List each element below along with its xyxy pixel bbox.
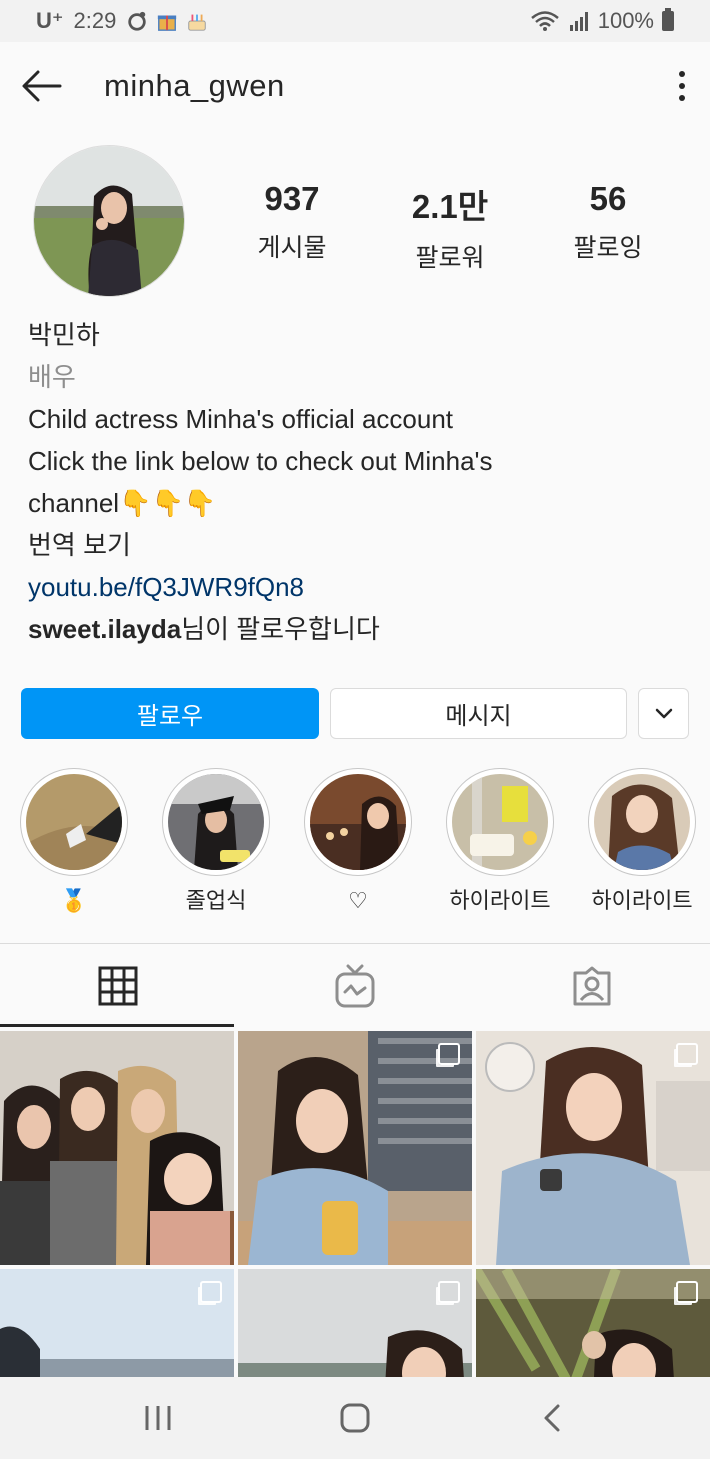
- record-icon: [128, 11, 147, 31]
- multiple-photos-icon: [200, 1281, 222, 1303]
- back-arrow-icon[interactable]: [20, 64, 64, 108]
- grid-icon: [98, 966, 138, 1005]
- highlight-label: ♡: [348, 888, 368, 913]
- highlight-cover: [26, 774, 122, 870]
- battery-percent: 100%: [597, 8, 654, 33]
- avatar-photo: [34, 146, 184, 296]
- grid-post[interactable]: [0, 1031, 234, 1265]
- battery-icon: [662, 8, 674, 31]
- highlight-label: 하이라이트: [449, 888, 551, 913]
- following-stat[interactable]: 56 팔로잉: [538, 180, 678, 264]
- message-button[interactable]: 메시지: [330, 688, 627, 739]
- signal-icon: [569, 12, 588, 31]
- chevron-down-icon: [655, 708, 672, 718]
- grid-post[interactable]: [238, 1031, 472, 1265]
- active-tab-indicator: [0, 1024, 234, 1027]
- clock: 2:29: [73, 8, 117, 33]
- grid-post[interactable]: [476, 1269, 710, 1377]
- home-button[interactable]: [325, 1388, 385, 1448]
- bio-line-3: channel👇👇👇: [28, 488, 217, 518]
- followed-by-text[interactable]: sweet.ilayda님이 팔로우합니다: [28, 608, 688, 650]
- story-highlight[interactable]: 하이라이트: [445, 768, 555, 916]
- tab-posts-grid[interactable]: [0, 944, 236, 1027]
- system-nav-bar: [0, 1377, 710, 1459]
- recent-apps-icon: [145, 1406, 171, 1430]
- highlight-cover: [168, 774, 264, 870]
- system-back-button[interactable]: [522, 1388, 582, 1448]
- follow-button[interactable]: 팔로우: [21, 688, 319, 739]
- system-back-icon: [544, 1404, 560, 1432]
- multiple-photos-icon: [438, 1281, 460, 1303]
- posts-count: 937: [264, 180, 320, 217]
- highlight-label: 🥇: [60, 888, 88, 913]
- cake-icon: [188, 14, 207, 31]
- followed-by-suffix: 님이 팔로우합니다: [181, 614, 380, 644]
- post-thumbnail: [476, 1269, 710, 1377]
- highlight-cover: [452, 774, 548, 870]
- more-options-icon[interactable]: [674, 68, 690, 104]
- post-thumbnail: [0, 1269, 234, 1377]
- bio-line-1: Child actress Minha's official account: [28, 404, 454, 434]
- followers-label: 팔로워: [415, 244, 485, 272]
- recent-apps-button[interactable]: [128, 1388, 188, 1448]
- status-bar: U⁺ 2:29 100%: [0, 0, 710, 42]
- post-thumbnail: [0, 1031, 234, 1265]
- followers-stat[interactable]: 2.1만 팔로워: [380, 180, 520, 274]
- multiple-photos-icon: [676, 1043, 698, 1065]
- igtv-icon: [335, 964, 375, 1007]
- grid-post[interactable]: [476, 1031, 710, 1265]
- wifi-icon: [530, 11, 559, 31]
- home-icon: [340, 1403, 370, 1433]
- highlight-cover: [310, 774, 406, 870]
- display-name: 박민하: [28, 320, 100, 350]
- category-label: 배우: [28, 362, 76, 392]
- profile-avatar[interactable]: [33, 145, 185, 297]
- post-thumbnail: [238, 1031, 472, 1265]
- following-label: 팔로잉: [573, 234, 643, 262]
- post-thumbnail: [476, 1031, 710, 1265]
- highlight-label: 하이라이트: [591, 888, 693, 913]
- posts-label: 게시물: [257, 234, 327, 262]
- story-highlight[interactable]: 졸업식: [161, 768, 271, 916]
- story-highlight[interactable]: 🥇: [19, 768, 129, 916]
- posts-stat: 937 게시물: [222, 180, 362, 264]
- post-thumbnail: [238, 1269, 472, 1377]
- story-highlight[interactable]: ♡: [303, 768, 413, 916]
- translate-link[interactable]: 번역 보기: [28, 524, 688, 566]
- username-title: minha_gwen: [104, 68, 285, 103]
- posts-grid: [0, 1031, 710, 1377]
- following-count: 56: [589, 180, 627, 217]
- multiple-photos-icon: [438, 1043, 460, 1065]
- highlight-cover: [594, 774, 690, 870]
- multiple-photos-icon: [676, 1281, 698, 1303]
- grid-post[interactable]: [238, 1269, 472, 1377]
- followers-count: 2.1만: [411, 188, 489, 225]
- tagged-icon: [573, 966, 611, 1005]
- gift-icon: [158, 15, 177, 31]
- bio-line-2: Click the link below to check out Minha'…: [28, 446, 493, 476]
- story-highlight[interactable]: 하이라이트: [587, 768, 697, 916]
- bio-website-link[interactable]: youtu.be/fQ3JWR9fQn8: [28, 566, 688, 608]
- profile-header: minha_gwen: [0, 42, 710, 130]
- grid-post[interactable]: [0, 1269, 234, 1377]
- followed-by-username: sweet.ilayda: [28, 614, 182, 644]
- profile-bio: 박민하 배우 Child actress Minha's official ac…: [28, 314, 688, 650]
- tab-tagged[interactable]: [474, 944, 710, 1027]
- suggested-accounts-button[interactable]: [638, 688, 689, 739]
- highlight-label: 졸업식: [185, 888, 247, 913]
- tab-igtv[interactable]: [237, 944, 473, 1027]
- carrier-label: U⁺: [36, 8, 64, 33]
